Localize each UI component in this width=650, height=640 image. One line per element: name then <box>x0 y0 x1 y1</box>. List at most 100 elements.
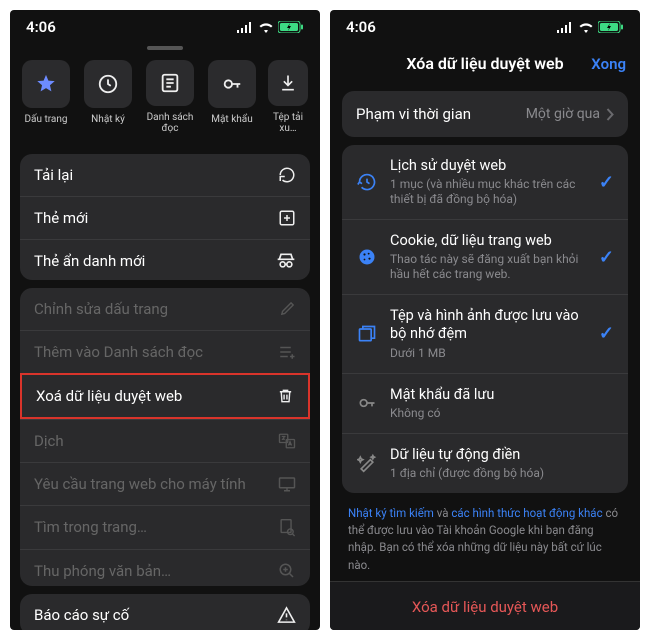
menu-find-in-page[interactable]: Tìm trong trang… <box>20 505 310 549</box>
row-subtitle: 1 mục (và nhiều mục khác trên các thiết … <box>390 177 587 207</box>
menu-label: Chỉnh sửa dấu trang <box>34 300 168 318</box>
plus-box-icon <box>278 209 296 227</box>
quick-downloads[interactable]: Tệp tải xu… <box>268 60 308 134</box>
quick-label: Danh sách đọc <box>144 112 196 134</box>
menu-new-incognito[interactable]: Thẻ ẩn danh mới <box>20 239 310 279</box>
signal-icon <box>237 22 254 33</box>
menu-label: Thẻ mới <box>34 209 88 227</box>
translate-icon <box>278 432 296 450</box>
wifi-icon <box>578 22 594 33</box>
menu-group-1: Tải lại Thẻ mới Thẻ ẩn danh mới <box>20 154 310 279</box>
data-types-section: Lịch sử duyệt web 1 mục (và nhiều mục kh… <box>342 145 628 493</box>
time-range-value: Một giờ qua <box>526 106 600 122</box>
wand-icon <box>356 452 378 474</box>
quick-label: Mật khẩu <box>211 114 252 125</box>
row-passwords[interactable]: Mật khẩu đã lưu Không có <box>342 373 628 433</box>
menu-label: Yêu cầu trang web cho máy tính <box>34 475 246 493</box>
menu-label: Thẻ ẩn danh mới <box>34 252 145 270</box>
cache-icon <box>356 323 378 345</box>
status-time: 4:06 <box>346 18 376 36</box>
monitor-icon <box>278 476 296 492</box>
menu-add-reading-list[interactable]: Thêm vào Danh sách đọc <box>20 330 310 373</box>
menu-reload[interactable]: Tải lại <box>20 154 310 196</box>
menu-text-zoom[interactable]: Thu phóng văn bản… <box>20 549 310 586</box>
zoom-text-icon <box>278 562 296 580</box>
menu-label: Thêm vào Danh sách đọc <box>34 343 203 361</box>
menu-label: Dịch <box>34 432 64 450</box>
right-screenshot: 4:06 Xóa dữ liệu duyệt web Xong Phạm vi … <box>330 10 640 630</box>
row-cookies[interactable]: Cookie, dữ liệu trang web Thao tác này s… <box>342 219 628 294</box>
time-range-row[interactable]: Phạm vi thời gian Một giờ qua <box>342 91 628 137</box>
row-cached[interactable]: Tệp và hình ảnh được lưu vào bộ nhớ đệm … <box>342 294 628 372</box>
star-icon <box>35 73 57 95</box>
status-time: 4:06 <box>26 18 56 36</box>
row-browsing-history[interactable]: Lịch sử duyệt web 1 mục (và nhiều mục kh… <box>342 145 628 219</box>
incognito-icon <box>276 252 296 270</box>
row-title: Dữ liệu tự động điền <box>390 446 614 464</box>
list-add-icon <box>278 344 296 360</box>
page-title: Xóa dữ liệu duyệt web <box>344 54 626 73</box>
menu-label: Xoá dữ liệu duyệt web <box>36 387 182 405</box>
key-icon <box>221 73 243 95</box>
status-indicators <box>557 21 624 33</box>
key-icon <box>356 392 378 414</box>
row-subtitle: 1 địa chỉ (được đồng bộ hóa) <box>390 466 614 481</box>
chevron-right-icon <box>606 108 614 121</box>
time-range-section: Phạm vi thời gian Một giờ qua <box>342 91 628 137</box>
menu-group-3: Báo cáo sự cố <box>20 594 310 630</box>
status-bar: 4:06 <box>330 10 640 40</box>
done-button[interactable]: Xong <box>591 55 626 73</box>
row-autofill[interactable]: Dữ liệu tự động điền 1 địa chỉ (được đồn… <box>342 433 628 493</box>
quick-label: Nhật ký <box>91 114 125 125</box>
quick-label: Dấu trang <box>24 114 67 125</box>
header: Xóa dữ liệu duyệt web Xong <box>330 40 640 83</box>
menu-edit-bookmark[interactable]: Chỉnh sửa dấu trang <box>20 288 310 330</box>
reading-list-icon <box>159 72 181 94</box>
quick-reading-list[interactable]: Danh sách đọc <box>144 60 196 134</box>
quick-label: Tệp tải xu… <box>268 112 308 134</box>
row-subtitle: Thao tác này sẽ đăng xuất bạn khỏi hầu h… <box>390 252 587 282</box>
menu-report-issue[interactable]: Báo cáo sự cố <box>20 594 310 630</box>
reload-icon <box>278 166 296 184</box>
row-subtitle: Dưới 1 MB <box>390 346 587 361</box>
menu-clear-browsing-data[interactable]: Xoá dữ liệu duyệt web <box>20 373 310 419</box>
row-title: Mật khẩu đã lưu <box>390 386 614 404</box>
row-title: Tệp và hình ảnh được lưu vào bộ nhớ đệm <box>390 307 587 343</box>
wifi-icon <box>258 22 274 33</box>
menu-group-2: Chỉnh sửa dấu trang Thêm vào Danh sách đ… <box>20 288 310 586</box>
menu-label: Tải lại <box>34 166 73 184</box>
footnote-link-2[interactable]: các hình thức hoạt động khác <box>451 506 602 520</box>
download-icon <box>278 73 298 93</box>
menu-translate[interactable]: Dịch <box>20 419 310 462</box>
footnote-link-1[interactable]: Nhật ký tìm kiếm <box>348 506 434 520</box>
left-screenshot: 4:06 Dấu trang Nhật ký Danh sách đọc Mật… <box>10 10 320 630</box>
pencil-icon <box>279 300 296 317</box>
status-bar: 4:06 <box>10 10 320 40</box>
check-icon: ✓ <box>599 172 614 193</box>
menu-label: Báo cáo sự cố <box>34 606 129 624</box>
menu-new-tab[interactable]: Thẻ mới <box>20 196 310 239</box>
battery-icon <box>598 21 624 33</box>
clock-icon <box>97 73 119 95</box>
status-indicators <box>237 21 304 33</box>
action-bar: Xóa dữ liệu duyệt web <box>330 581 640 630</box>
trash-icon <box>277 387 294 405</box>
quick-bookmark[interactable]: Dấu trang <box>20 60 72 134</box>
row-subtitle: Không có <box>390 406 614 421</box>
sheet-handle[interactable] <box>147 46 183 50</box>
history-icon <box>356 171 378 193</box>
quick-actions-row: Dấu trang Nhật ký Danh sách đọc Mật khẩu… <box>10 60 320 146</box>
quick-passwords[interactable]: Mật khẩu <box>206 60 258 134</box>
check-icon: ✓ <box>599 247 614 268</box>
cookie-icon <box>356 246 378 268</box>
row-title: Lịch sử duyệt web <box>390 157 587 175</box>
quick-history[interactable]: Nhật ký <box>82 60 134 134</box>
clear-data-button[interactable]: Xóa dữ liệu duyệt web <box>330 598 640 616</box>
battery-icon <box>278 21 304 33</box>
time-range-label: Phạm vi thời gian <box>356 105 471 123</box>
menu-label: Thu phóng văn bản… <box>34 562 171 580</box>
menu-label: Tìm trong trang… <box>34 518 147 536</box>
menu-request-desktop[interactable]: Yêu cầu trang web cho máy tính <box>20 462 310 505</box>
footnote: Nhật ký tìm kiếm và các hình thức hoạt đ… <box>330 493 640 580</box>
row-title: Cookie, dữ liệu trang web <box>390 232 587 250</box>
